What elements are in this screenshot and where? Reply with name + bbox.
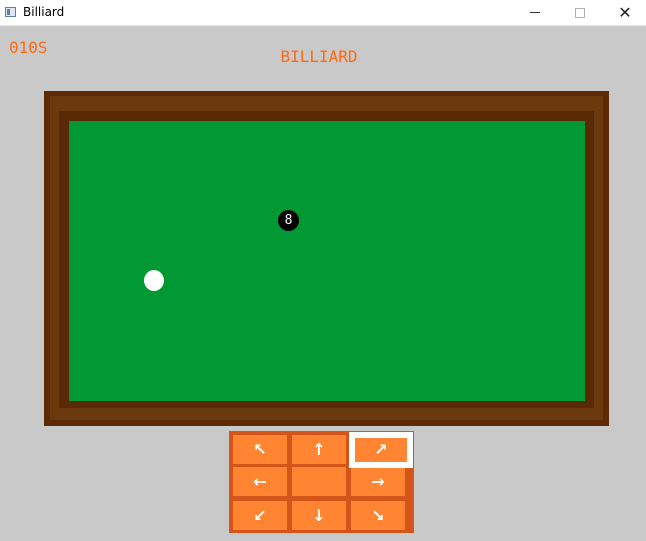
up-left-button[interactable]: ↖ xyxy=(233,435,287,464)
up-right-button[interactable]: ↗ xyxy=(355,438,407,462)
arrow-down-left-icon: ↙ xyxy=(253,506,267,525)
minimize-icon xyxy=(530,12,540,13)
close-button[interactable]: ✕ xyxy=(602,0,646,26)
window-titlebar: Billiard ✕ xyxy=(0,0,646,26)
maximize-button[interactable] xyxy=(557,0,603,26)
center-button xyxy=(292,467,346,496)
left-button[interactable]: ← xyxy=(233,467,287,496)
arrow-left-icon: ← xyxy=(253,472,267,491)
down-button[interactable]: ↓ xyxy=(292,501,346,530)
arrow-down-icon: ↓ xyxy=(312,506,326,525)
up-button[interactable]: ↑ xyxy=(292,435,346,464)
table-felt xyxy=(69,121,585,401)
right-button[interactable]: → xyxy=(351,467,405,496)
eight-ball: 8 xyxy=(278,210,299,231)
direction-pad: ↖ ↑ ↗ ← → ↙ ↓ ↘ xyxy=(229,431,414,533)
game-title: BILLIARD xyxy=(280,47,358,66)
maximize-icon xyxy=(575,7,585,18)
arrow-up-right-icon: ↗ xyxy=(374,440,388,459)
close-icon: ✕ xyxy=(618,3,632,22)
app-icon xyxy=(5,7,16,17)
down-right-button[interactable]: ↘ xyxy=(351,501,405,530)
billiard-table xyxy=(44,91,609,426)
arrow-right-icon: → xyxy=(371,472,385,491)
cue-ball xyxy=(144,270,164,291)
window-title: Billiard xyxy=(23,5,65,19)
minimize-button[interactable] xyxy=(512,0,558,26)
arrow-down-right-icon: ↘ xyxy=(371,506,385,525)
arrow-up-left-icon: ↖ xyxy=(253,440,267,459)
down-left-button[interactable]: ↙ xyxy=(233,501,287,530)
arrow-up-icon: ↑ xyxy=(312,440,326,459)
